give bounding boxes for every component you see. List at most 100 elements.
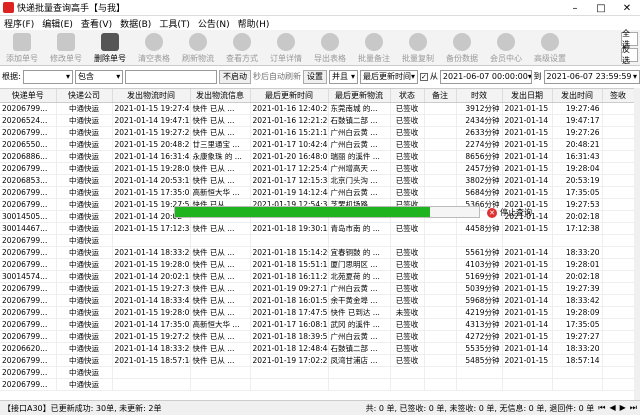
time-field-select[interactable]: 最后更新时间 ▾ (360, 69, 419, 84)
column-header[interactable]: 发出日期 (502, 89, 553, 103)
menu-data[interactable]: 数据(B) (116, 17, 155, 30)
vertical-scrollbar[interactable] (634, 88, 640, 400)
table-cell: 已签收 (390, 342, 425, 355)
table-cell (502, 366, 553, 379)
column-header[interactable]: 时效 (456, 89, 503, 103)
table-row[interactable]: 20206799... 中通快运 2021-01-15 19:27:39 快件 已从 … (0, 282, 634, 295)
column-header[interactable]: 状态 (390, 89, 425, 103)
column-header[interactable]: 发出物流信息 (190, 89, 251, 103)
close-button[interactable]: ✕ (614, 0, 640, 16)
table-row[interactable]: 20206550... 中通快运 2021-01-15 20:48:21 廿三里通宝 … (0, 138, 634, 151)
table-cell: 2021-01-14 (502, 150, 553, 163)
table-cell: 17:35:05 (552, 186, 603, 199)
menu-tools[interactable]: 工具(T) (155, 17, 194, 30)
menu-program[interactable]: 程序(F) (0, 17, 38, 30)
column-header[interactable]: 发出物流时间 (112, 89, 191, 103)
date-to-input[interactable]: 2021-06-07 23:59:59 ▾ (543, 69, 640, 84)
checkbox-from[interactable]: ✓ (420, 72, 428, 81)
invert-selection-button[interactable]: 反选 (621, 45, 638, 65)
column-header[interactable]: 最后更新时间 (250, 89, 329, 103)
toolbar-button-3[interactable]: 清空表格 (132, 30, 176, 66)
column-header[interactable]: 签收 (602, 89, 634, 103)
filter-field-select[interactable]: ▾ (22, 69, 73, 84)
date-from-input[interactable]: 2021-06-07 00:00:00 ▾ (439, 69, 532, 84)
table-row[interactable]: 20206853... 中通快运 2021-01-14 20:53:19 快件 已从 … (0, 174, 634, 187)
edit-icon (57, 33, 75, 51)
column-header[interactable]: 快递公司 (56, 89, 113, 103)
table-row[interactable]: 20206524... 中通快运 2021-01-14 19:47:17 快件 已从 … (0, 114, 634, 127)
settings-button[interactable]: 设置 (302, 69, 327, 84)
toolbar-button-10[interactable]: 备份数据 (440, 30, 484, 66)
minimize-button[interactable]: – (562, 0, 588, 16)
table-row[interactable]: 20206799... 中通快运 2021-01-15 19:27:26 快件 已从 … (0, 126, 634, 139)
table-row[interactable]: 20206799... 中通快运 2021-01-15 19:28:09 快件 已从 … (0, 306, 634, 319)
menu-notice[interactable]: 公告(N) (194, 17, 234, 30)
table-cell: 快件 已从 ... (190, 102, 251, 115)
toolbar-button-8[interactable]: 批量备注 (352, 30, 396, 66)
first-page-icon[interactable]: ⏮ (598, 403, 605, 413)
toolbar-button-2[interactable]: 删除单号 (88, 30, 132, 66)
table-cell (602, 150, 634, 163)
menu-help[interactable]: 帮助(H) (234, 17, 274, 30)
next-page-icon[interactable]: ▶ (620, 403, 626, 413)
menu-edit[interactable]: 编辑(E) (38, 17, 77, 30)
table-row[interactable]: 20206799... 中通快运 2021-01-15 17:35:05 高新恒大华 … (0, 186, 634, 199)
toolbar-button-7[interactable]: 导出表格 (308, 30, 352, 66)
table-row[interactable]: 20206799... 中通快运 2021-01-15 19:28:01 快件 已从 … (0, 258, 634, 271)
prev-page-icon[interactable]: ◀ (609, 403, 615, 413)
logic-select[interactable]: 并且 ▾ (328, 69, 359, 84)
table-cell: 20206799... (0, 126, 57, 139)
stop-query-button[interactable]: ✕ 停止查询 (487, 206, 532, 219)
settings-icon (541, 33, 559, 51)
table-row[interactable]: 20206799... 中通快运 2021-01-15 19:27:46 快件 已从 … (0, 102, 634, 115)
table-cell: 20206853... (0, 174, 57, 187)
toolbar-button-6[interactable]: 订单详情 (264, 30, 308, 66)
table-row[interactable]: 20206799... 中通快运 2021-01-15 19:28:04 快件 已从 … (0, 162, 634, 175)
table-header: 快递单号 快递公司 发出物流时间 发出物流信息 最后更新时间 最后更新物流 状态 备注 时效 发出… (0, 89, 634, 103)
table-cell: 20206550... (0, 138, 57, 151)
table-cell (250, 378, 329, 391)
column-header[interactable]: 最后更新物流 (328, 89, 391, 103)
toolbar-button-12[interactable]: 高级设置 (528, 30, 572, 66)
match-mode-select[interactable]: 包含 ▾ (74, 69, 124, 84)
table-row[interactable]: 20206799... 中通快运 2021-01-14 18:33:42 快件 已从 … (0, 294, 634, 307)
column-header[interactable]: 备注 (424, 89, 457, 103)
table-cell (424, 354, 457, 367)
table-cell: 北京门头沟 ... (328, 174, 391, 187)
toolbar-button-9[interactable]: 批量复制 (396, 30, 440, 66)
table-row[interactable]: 30014574... 中通快运 2021-01-14 20:02:18 快件 已从 … (0, 270, 634, 283)
table-cell (424, 282, 457, 295)
menu-view[interactable]: 查看(V) (77, 17, 116, 30)
table-row[interactable]: 20206799... 中通快运 (0, 366, 634, 379)
table-row[interactable]: 30014467... 中通快运 2021-01-15 17:12:38 快件 已从 … (0, 222, 634, 235)
not-started-button[interactable]: 不启动 (218, 69, 251, 84)
table-row[interactable]: 20206620... 中通快运 2021-01-14 18:33:20 快件 已从 … (0, 342, 634, 355)
table-cell: 快件 已从 ... (190, 354, 251, 367)
toolbar-button-5[interactable]: 查看方式 (220, 30, 264, 66)
column-header[interactable]: 发出时间 (552, 89, 603, 103)
toolbar-button-1[interactable]: 修改单号 (44, 30, 88, 66)
last-page-icon[interactable]: ⏭ (630, 403, 637, 413)
toolbar-button-4[interactable]: 刷新物流 (176, 30, 220, 66)
table-row[interactable]: 20206799... 中通快运 (0, 378, 634, 391)
table-row[interactable]: 20206799... 中通快运 2021-01-14 17:35:05 高新恒大华 … (0, 318, 634, 331)
table-row[interactable]: 20206799... 中通快运 2021-01-14 18:33:20 快件 已从 … (0, 246, 634, 259)
table-row[interactable]: 20206886... 中通快运 2021-01-14 16:31:43 永康象珠 的… (0, 150, 634, 163)
column-header[interactable]: 快递单号 (0, 89, 57, 103)
filter-keyword-input[interactable] (125, 69, 217, 84)
table-cell (602, 162, 634, 175)
table-cell (424, 294, 457, 307)
maximize-button[interactable]: □ (588, 0, 614, 16)
table-cell: 凤湾甘浦店 ... (328, 354, 391, 367)
toolbar-button-11[interactable]: 会员中心 (484, 30, 528, 66)
toolbar-button-0[interactable]: 添加单号 (0, 30, 44, 66)
table-row[interactable]: 20206799... 中通快运 2021-01-15 19:27:27 快件 已从 … (0, 330, 634, 343)
table-cell: 2021-01-15 18:57:14 (112, 354, 191, 367)
table-cell (602, 126, 634, 139)
table-cell: 2021-01-14 (502, 114, 553, 127)
clear-icon (145, 33, 163, 51)
table-row[interactable]: 20206799... 中通快运 2021-01-15 18:57:14 快件 已从 … (0, 354, 634, 367)
table-row[interactable]: 20206799... 中通快运 (0, 234, 634, 247)
toolbar-label: 导出表格 (314, 54, 346, 63)
table-cell: 厦门思明区 ... (328, 258, 391, 271)
